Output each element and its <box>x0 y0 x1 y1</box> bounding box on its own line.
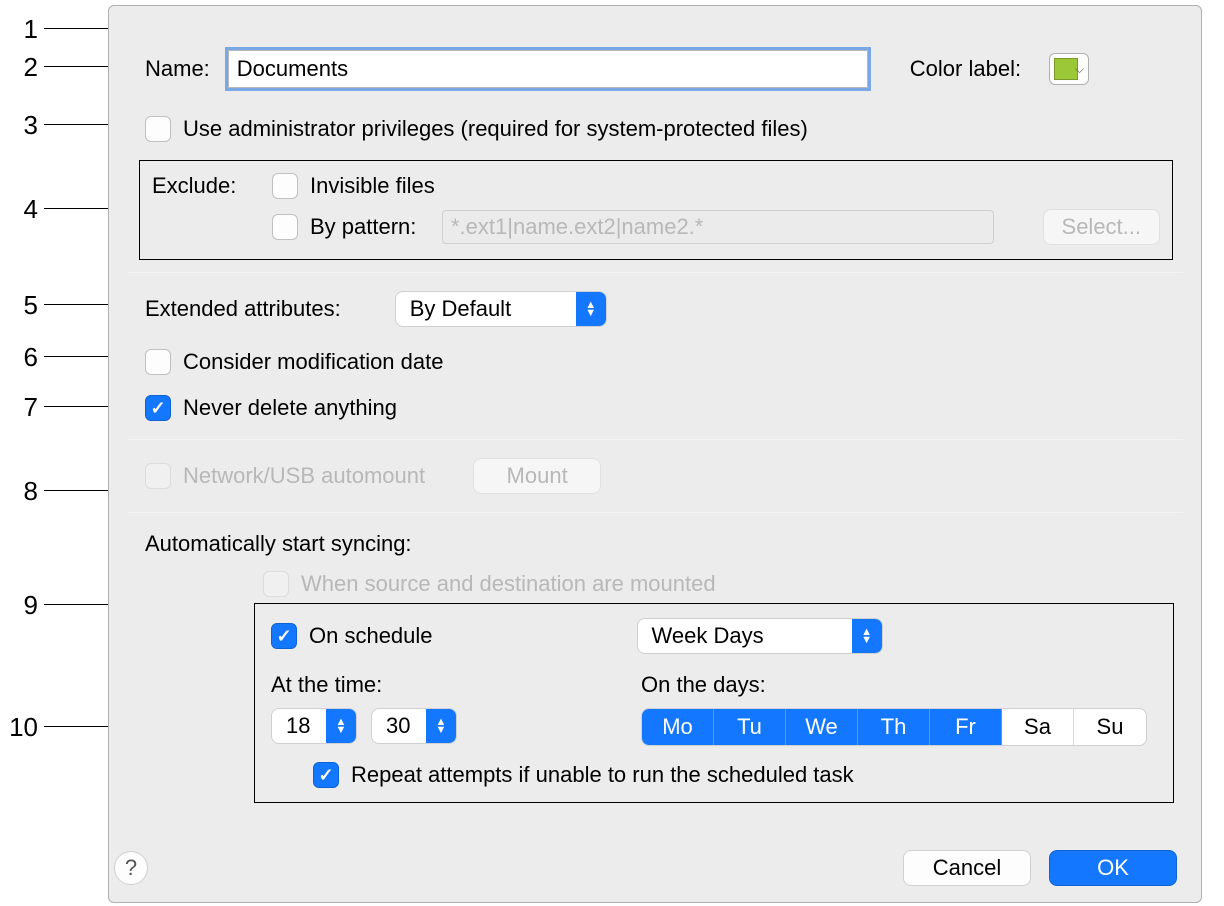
callout-8: 8 <box>2 476 38 507</box>
day-fr[interactable]: Fr <box>930 709 1002 745</box>
callout-4: 4 <box>2 194 38 225</box>
extended-attributes-value: By Default <box>410 296 520 322</box>
auto-start-label: Automatically start syncing: <box>145 531 412 557</box>
callout-6: 6 <box>2 342 38 373</box>
consider-modification-label: Consider modification date <box>183 349 443 375</box>
mount-button[interactable]: Mount <box>473 458 601 494</box>
on-days-label: On the days: <box>641 672 1147 698</box>
updown-arrows-icon: ▲▼ <box>576 292 606 326</box>
color-label-picker[interactable]: ⌵ <box>1049 53 1089 85</box>
admin-privileges-label: Use administrator privileges (required f… <box>183 116 808 142</box>
schedule-minute-value: 30 <box>386 713 418 739</box>
on-schedule-label: On schedule <box>309 623 433 649</box>
never-delete-label: Never delete anything <box>183 395 397 421</box>
consider-modification-checkbox[interactable] <box>145 349 171 375</box>
day-mo[interactable]: Mo <box>642 709 714 745</box>
settings-dialog: Name: Color label: ⌵ Use administrator p… <box>108 5 1202 903</box>
updown-arrows-icon: ▲▼ <box>326 709 356 743</box>
callout-10: 10 <box>0 712 38 743</box>
exclude-pattern-input[interactable] <box>442 210 994 244</box>
name-label: Name: <box>145 56 210 82</box>
callout-1: 1 <box>2 14 38 45</box>
day-su[interactable]: Su <box>1074 709 1146 745</box>
extended-attributes-popup[interactable]: By Default ▲▼ <box>395 291 607 327</box>
when-mounted-checkbox <box>263 571 289 597</box>
checkmark-icon: ✓ <box>276 626 291 647</box>
never-delete-checkbox[interactable]: ✓ <box>145 395 171 421</box>
schedule-minute-popup[interactable]: 30 ▲▼ <box>371 708 457 744</box>
days-segmented: MoTuWeThFrSaSu <box>641 708 1147 746</box>
schedule-frequency-value: Week Days <box>652 623 772 649</box>
extended-attributes-label: Extended attributes: <box>145 296 341 322</box>
checkmark-icon: ✓ <box>150 398 165 419</box>
day-sa[interactable]: Sa <box>1002 709 1074 745</box>
exclude-invisible-checkbox[interactable] <box>272 173 298 199</box>
callout-3: 3 <box>2 110 38 141</box>
callout-7: 7 <box>2 392 38 423</box>
divider <box>127 272 1183 273</box>
callout-9: 9 <box>2 590 38 621</box>
automount-checkbox <box>145 463 171 489</box>
exclude-group: Exclude: Invisible files By pattern: Sel… <box>139 160 1173 260</box>
automount-label: Network/USB automount <box>183 463 425 489</box>
chevron-down-icon: ⌵ <box>1075 62 1084 77</box>
schedule-group: ✓ On schedule Week Days ▲▼ At the time: … <box>254 603 1174 803</box>
exclude-label: Exclude: <box>152 173 260 199</box>
schedule-frequency-popup[interactable]: Week Days ▲▼ <box>637 618 883 654</box>
name-input[interactable] <box>228 50 868 88</box>
ok-button[interactable]: OK <box>1049 850 1177 886</box>
when-mounted-label: When source and destination are mounted <box>301 571 716 597</box>
exclude-pattern-checkbox[interactable] <box>272 214 298 240</box>
day-tu[interactable]: Tu <box>714 709 786 745</box>
on-schedule-checkbox[interactable]: ✓ <box>271 623 297 649</box>
repeat-attempts-label: Repeat attempts if unable to run the sch… <box>351 762 854 788</box>
day-we[interactable]: We <box>786 709 858 745</box>
exclude-invisible-label: Invisible files <box>310 173 435 199</box>
callout-5: 5 <box>2 290 38 321</box>
schedule-hour-popup[interactable]: 18 ▲▼ <box>271 708 357 744</box>
color-label-text: Color label: <box>910 56 1021 82</box>
schedule-hour-value: 18 <box>286 713 318 739</box>
cancel-button[interactable]: Cancel <box>903 850 1031 886</box>
exclude-select-button[interactable]: Select... <box>1043 209 1160 245</box>
admin-privileges-checkbox[interactable] <box>145 116 171 142</box>
day-th[interactable]: Th <box>858 709 930 745</box>
exclude-pattern-label: By pattern: <box>310 214 430 240</box>
updown-arrows-icon: ▲▼ <box>852 619 882 653</box>
checkmark-icon: ✓ <box>318 765 333 786</box>
callout-2: 2 <box>2 52 38 83</box>
updown-arrows-icon: ▲▼ <box>426 709 456 743</box>
divider <box>127 512 1183 513</box>
help-button[interactable]: ? <box>114 851 148 885</box>
at-time-label: At the time: <box>271 672 641 698</box>
divider <box>127 439 1183 440</box>
repeat-attempts-checkbox[interactable]: ✓ <box>313 762 339 788</box>
